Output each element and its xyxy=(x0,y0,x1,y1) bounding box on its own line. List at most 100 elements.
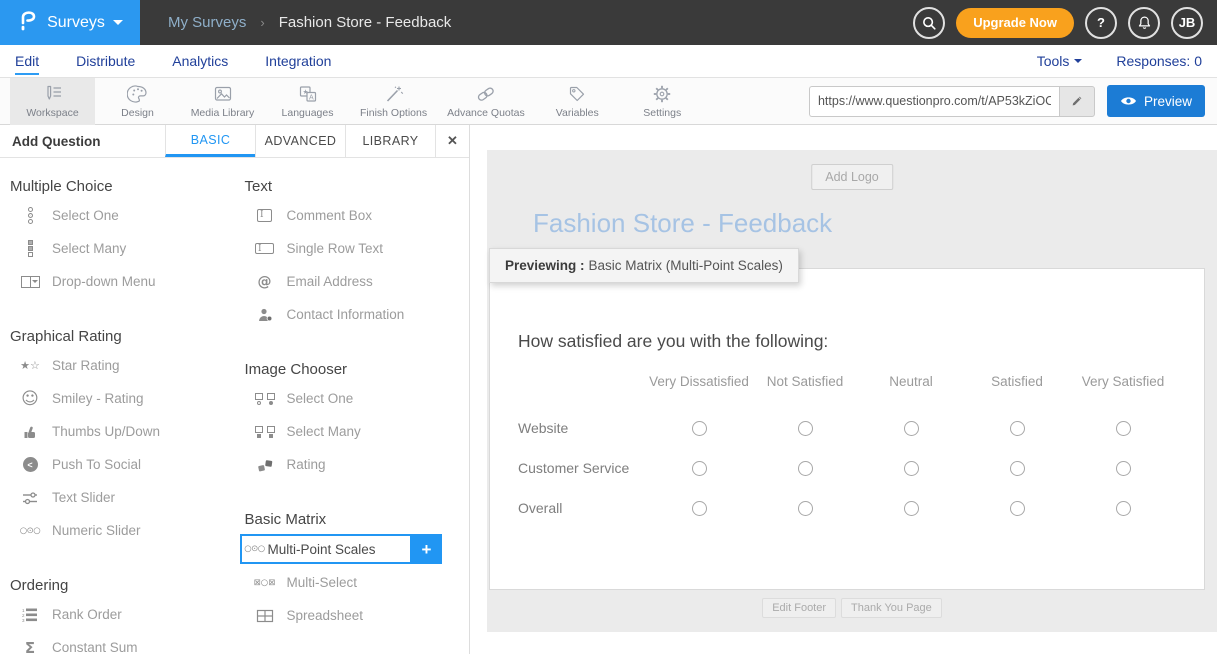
toolbar-finish-options[interactable]: Finish Options xyxy=(350,78,437,125)
image-select-one-icon xyxy=(254,393,276,405)
qtype-star-rating[interactable]: Star Rating xyxy=(0,349,235,382)
add-question-panel: Add Question BASIC ADVANCED LIBRARY ✕ Mu… xyxy=(0,125,470,654)
breadcrumb-current-survey: Fashion Store - Feedback xyxy=(279,14,452,31)
qtype-single-row-text[interactable]: Single Row Text xyxy=(235,232,470,265)
user-avatar[interactable]: JB xyxy=(1171,7,1203,39)
qtype-image-rating[interactable]: Rating xyxy=(235,448,470,481)
section-navbar: Edit Distribute Analytics Integration To… xyxy=(0,45,1217,78)
matrix-radio[interactable] xyxy=(1010,421,1025,436)
qtype-image-select-many[interactable]: Select Many xyxy=(235,415,470,448)
matrix-radio[interactable] xyxy=(1116,501,1131,516)
matrix-radio[interactable] xyxy=(692,501,707,516)
qtype-smiley-rating[interactable]: Smiley - Rating xyxy=(0,382,235,415)
edit-url-button[interactable] xyxy=(1059,86,1095,117)
tag-icon xyxy=(566,84,588,104)
qtype-dropdown-menu[interactable]: Drop-down Menu xyxy=(0,265,235,298)
responses-count[interactable]: Responses: 0 xyxy=(1116,53,1202,69)
comment-box-icon xyxy=(254,209,276,222)
tab-basic[interactable]: BASIC xyxy=(165,125,255,157)
qtype-select-many[interactable]: Select Many xyxy=(0,232,235,265)
advance-quotas-label: Advance Quotas xyxy=(447,107,525,119)
toolbar-design[interactable]: Design xyxy=(95,78,180,125)
tab-distribute[interactable]: Distribute xyxy=(76,47,135,75)
upgrade-now-button[interactable]: Upgrade Now xyxy=(956,8,1074,38)
add-multi-point-scales-button[interactable]: + xyxy=(412,534,442,564)
section-graphical-rating: Graphical Rating xyxy=(10,328,235,345)
gear-icon xyxy=(651,84,673,104)
workspace-label: Workspace xyxy=(26,107,78,119)
smiley-icon xyxy=(19,389,41,409)
matrix-row-label: Customer Service xyxy=(518,448,646,488)
matrix-radio[interactable] xyxy=(904,501,919,516)
preview-button[interactable]: Preview xyxy=(1107,85,1205,117)
matrix-radio[interactable] xyxy=(904,421,919,436)
matrix-radio[interactable] xyxy=(692,421,707,436)
breadcrumb: My Surveys › Fashion Store - Feedback xyxy=(168,14,451,31)
thank-you-page-button[interactable]: Thank You Page xyxy=(841,598,942,618)
image-rating-icon xyxy=(254,457,276,473)
add-logo-button[interactable]: Add Logo xyxy=(811,164,893,190)
matrix-radio[interactable] xyxy=(1010,501,1025,516)
toolbar-settings[interactable]: Settings xyxy=(620,78,705,125)
matrix-radio[interactable] xyxy=(798,421,813,436)
qtype-constant-sum[interactable]: Constant Sum xyxy=(0,631,235,654)
search-button[interactable] xyxy=(913,7,945,39)
tab-analytics[interactable]: Analytics xyxy=(172,47,228,75)
qtype-select-one[interactable]: Select One xyxy=(0,199,235,232)
translate-icon: ★ A xyxy=(297,84,319,104)
matrix-radio[interactable] xyxy=(1116,421,1131,436)
notifications-button[interactable] xyxy=(1128,7,1160,39)
qtype-email-address[interactable]: Email Address xyxy=(235,265,470,298)
section-basic-matrix: Basic Matrix xyxy=(245,511,470,528)
rank-order-icon: 123 xyxy=(19,607,41,623)
qtype-push-to-social[interactable]: Push To Social xyxy=(0,448,235,481)
qtype-comment-box[interactable]: Comment Box xyxy=(235,199,470,232)
preview-label: Preview xyxy=(1144,94,1192,109)
matrix-radio[interactable] xyxy=(692,461,707,476)
section-image-chooser: Image Chooser xyxy=(245,361,470,378)
text-slider-icon xyxy=(19,490,41,506)
star-rating-icon xyxy=(19,359,41,372)
breadcrumb-my-surveys[interactable]: My Surveys xyxy=(168,14,246,31)
variables-label: Variables xyxy=(556,107,599,119)
qtype-spreadsheet[interactable]: Spreadsheet xyxy=(235,599,470,632)
panel-title: Add Question xyxy=(0,125,165,157)
question-types-column-2: Text Comment Box Single Row Text Email A… xyxy=(235,158,470,654)
thumbs-up-icon xyxy=(19,424,41,440)
close-panel-button[interactable]: ✕ xyxy=(435,125,469,157)
tab-advanced[interactable]: ADVANCED xyxy=(255,125,345,157)
survey-url-input[interactable] xyxy=(809,86,1059,117)
multi-point-scales-icon xyxy=(242,544,268,554)
qtype-rank-order[interactable]: 123 Rank Order xyxy=(0,598,235,631)
matrix-radio[interactable] xyxy=(798,461,813,476)
tab-library[interactable]: LIBRARY xyxy=(345,125,435,157)
toolbar-languages[interactable]: ★ A Languages xyxy=(265,78,350,125)
matrix-radio[interactable] xyxy=(1116,461,1131,476)
help-button[interactable]: ? xyxy=(1085,7,1117,39)
qtype-thumbs-up-down[interactable]: Thumbs Up/Down xyxy=(0,415,235,448)
tab-integration[interactable]: Integration xyxy=(265,47,331,75)
share-icon xyxy=(19,457,41,472)
product-name: Surveys xyxy=(47,14,105,32)
qtype-text-slider[interactable]: Text Slider xyxy=(0,481,235,514)
breadcrumb-separator-icon: › xyxy=(260,15,264,30)
matrix-radio[interactable] xyxy=(1010,461,1025,476)
numeric-slider-icon xyxy=(19,526,41,536)
qtype-image-select-one[interactable]: Select One xyxy=(235,382,470,415)
toolbar-variables[interactable]: Variables xyxy=(535,78,620,125)
qtype-contact-information[interactable]: Contact Information xyxy=(235,298,470,331)
toolbar-advance-quotas[interactable]: Advance Quotas xyxy=(437,78,535,125)
edit-footer-button[interactable]: Edit Footer xyxy=(762,598,836,618)
tab-edit[interactable]: Edit xyxy=(15,47,39,75)
matrix-radio[interactable] xyxy=(904,461,919,476)
qtype-numeric-slider[interactable]: Numeric Slider xyxy=(0,514,235,547)
toolbar-workspace[interactable]: Workspace xyxy=(10,78,95,125)
qtype-multi-select[interactable]: Multi-Select xyxy=(235,566,470,599)
product-menu[interactable]: Surveys xyxy=(0,0,140,45)
tools-dropdown[interactable]: Tools xyxy=(1037,53,1083,69)
image-icon xyxy=(212,84,234,104)
qtype-multi-point-scales-selected[interactable]: Multi-Point Scales + xyxy=(235,532,470,566)
toolbar-media-library[interactable]: Media Library xyxy=(180,78,265,125)
matrix-row-label: Website xyxy=(518,408,646,448)
matrix-radio[interactable] xyxy=(798,501,813,516)
